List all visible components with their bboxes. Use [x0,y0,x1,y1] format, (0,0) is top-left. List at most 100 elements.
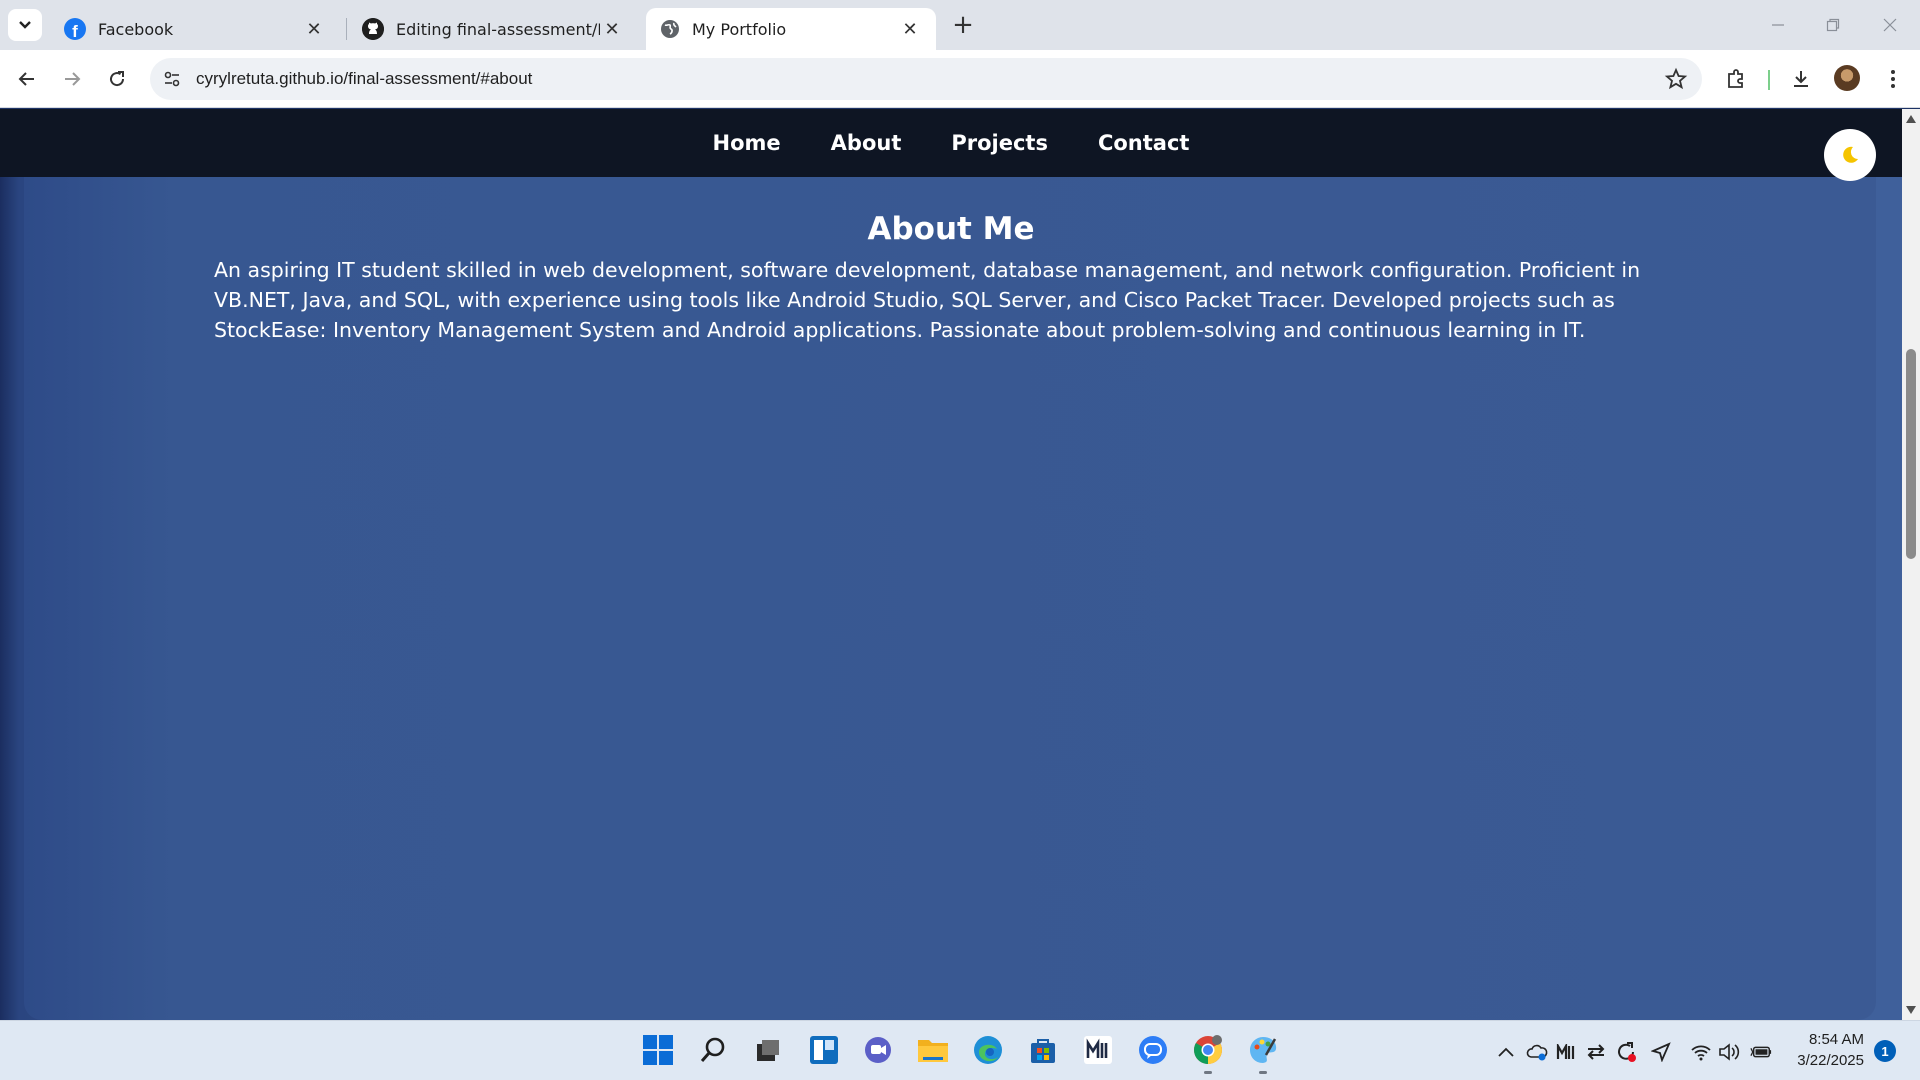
app-button[interactable] [1080,1032,1116,1068]
widgets-icon [810,1036,838,1064]
teams-chat-button[interactable] [860,1032,896,1068]
task-view-button[interactable] [750,1032,786,1068]
tab-search-button[interactable] [8,9,42,41]
paint-button[interactable] [1245,1032,1281,1068]
nav-links: Home About Projects Contact [0,109,1902,177]
paint-running-indicator [1259,1071,1267,1074]
app-m-icon [1556,1044,1575,1059]
restore-button[interactable] [1813,10,1853,40]
taskbar-search-button[interactable] [695,1032,731,1068]
tray-volume[interactable] [1718,1041,1740,1063]
toolbar-divider [1768,70,1770,90]
facebook-icon: f [64,18,86,40]
notification-badge[interactable]: 1 [1874,1040,1896,1062]
widgets-button[interactable] [806,1032,842,1068]
address-bar[interactable]: cyrylretuta.github.io/final-assessment/#… [150,58,1702,100]
close-icon[interactable]: ✕ [600,19,624,40]
close-window-button[interactable] [1870,10,1910,40]
site-navbar: Home About Projects Contact [0,109,1902,177]
restore-icon [1826,18,1840,32]
bookmark-star-icon[interactable] [1664,67,1688,91]
chevron-up-icon [1498,1047,1514,1057]
tab-separator [346,18,347,40]
tray-app-m[interactable] [1555,1041,1577,1063]
downloads-button[interactable] [1784,62,1818,96]
scroll-down-arrow[interactable] [1906,1006,1916,1014]
nav-link-home[interactable]: Home [713,131,781,155]
clock-date: 3/22/2025 [1797,1052,1864,1069]
speaker-icon [1719,1043,1740,1061]
scrollbar-thumb[interactable] [1906,349,1916,559]
tray-battery[interactable] [1750,1041,1772,1063]
tab-my-portfolio[interactable]: My Portfolio ✕ [646,8,936,50]
paint-palette-icon [1250,1037,1277,1063]
page-viewport: Home About Projects Contact About Me An … [0,109,1902,1020]
task-view-icon [757,1040,779,1061]
cloud-sync-icon [1526,1044,1548,1061]
extensions-button[interactable] [1719,62,1753,96]
browser-toolbar: cyrylretuta.github.io/final-assessment/#… [0,50,1920,108]
theme-toggle-button[interactable] [1824,129,1876,181]
tray-location[interactable] [1650,1041,1672,1063]
store-button[interactable] [1025,1032,1061,1068]
minimize-icon [1772,24,1784,26]
show-hidden-icons-button[interactable] [1495,1041,1517,1063]
tab-title: My Portfolio [692,19,787,39]
scroll-up-arrow[interactable] [1906,115,1916,123]
wifi-icon [1691,1045,1711,1061]
message-bubble-icon [1139,1036,1167,1064]
location-arrow-icon [1651,1042,1671,1062]
chrome-running-indicator [1204,1071,1212,1074]
edge-button[interactable] [970,1032,1006,1068]
about-heading: About Me [867,211,1035,247]
new-tab-button[interactable]: + [948,10,978,40]
windows-taskbar: 8:54 AM 3/22/2025 1 [0,1020,1920,1080]
download-icon [1794,71,1808,87]
site-info-icon[interactable] [162,69,182,89]
github-icon [362,18,384,40]
nav-link-contact[interactable]: Contact [1098,131,1190,155]
battery-charging-icon [1750,1046,1772,1058]
about-paragraph: An aspiring IT student skilled in web de… [214,258,1641,342]
close-icon[interactable]: ✕ [302,19,326,40]
reload-icon [110,71,125,87]
tray-transfer[interactable] [1585,1041,1607,1063]
tab-facebook[interactable]: f Facebook ✕ [50,8,340,50]
tray-sync[interactable] [1615,1041,1637,1063]
sync-icon [1618,1042,1636,1062]
folder-icon [918,1040,948,1062]
windows-logo-icon [643,1035,673,1065]
close-icon [1883,18,1897,32]
taskbar-clock[interactable]: 8:54 AM 3/22/2025 [1780,1029,1864,1071]
chrome-button[interactable] [1190,1032,1226,1068]
tab-github[interactable]: Editing final-assessment/READ ✕ [348,8,638,50]
messenger-button[interactable] [1135,1032,1171,1068]
tray-onedrive[interactable] [1526,1041,1548,1063]
clock-time: 8:54 AM [1808,1031,1864,1048]
tab-title: Facebook [98,19,174,39]
globe-icon [661,20,679,38]
edge-browser-icon [974,1036,1002,1064]
start-button[interactable] [640,1032,676,1068]
file-explorer-button[interactable] [915,1032,951,1068]
menu-button[interactable] [1876,62,1910,96]
forward-button[interactable] [55,62,89,96]
puzzle-icon [1728,69,1743,88]
chrome-icon [1194,1035,1222,1064]
back-button[interactable] [10,62,44,96]
profile-avatar[interactable] [1834,65,1860,91]
more-vertical-icon [1891,70,1895,88]
url-text[interactable]: cyrylretuta.github.io/final-assessment/#… [196,69,532,89]
nav-link-projects[interactable]: Projects [951,131,1048,155]
page-scrollbar[interactable] [1902,109,1920,1020]
tab-strip: f Facebook ✕ Editing final-assessment/RE… [0,0,1920,50]
tray-wifi[interactable] [1690,1041,1712,1063]
arrow-right-icon [65,72,81,86]
minimize-button[interactable] [1758,10,1798,40]
nav-link-about[interactable]: About [831,131,902,155]
close-icon[interactable]: ✕ [898,19,922,40]
search-icon [700,1037,725,1062]
reload-button[interactable] [100,62,134,96]
transfer-arrows-icon [1587,1044,1605,1060]
arrow-left-icon [18,72,34,86]
